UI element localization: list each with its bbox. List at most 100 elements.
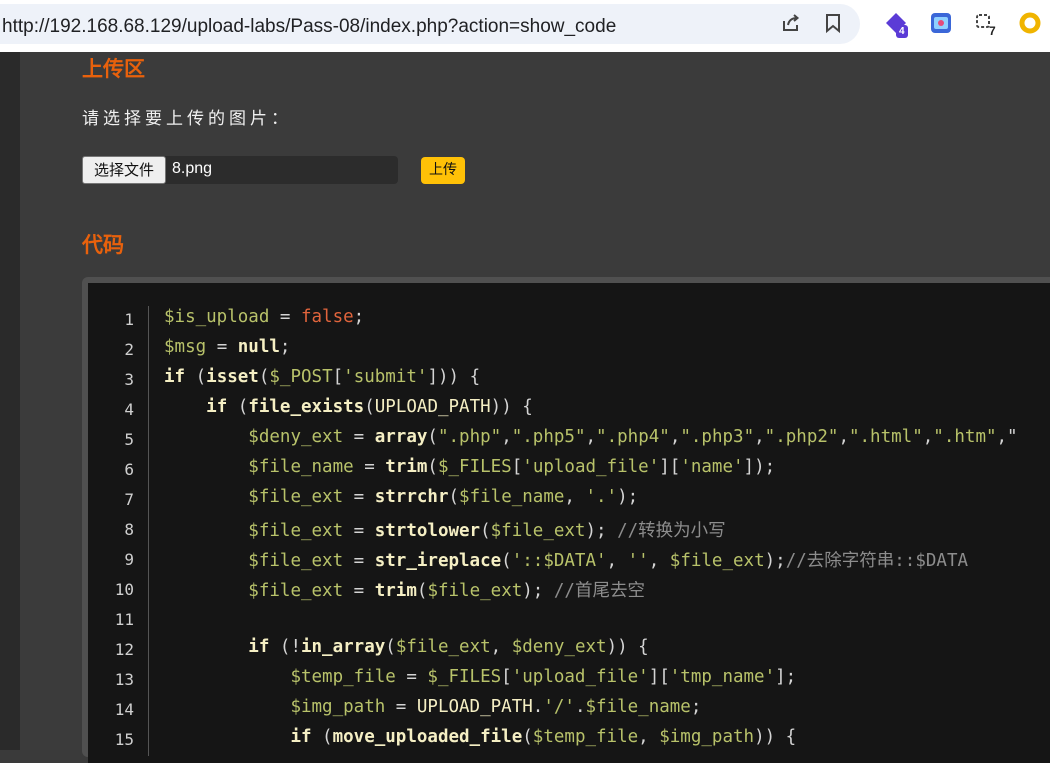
code-token: $img_path: [659, 727, 755, 747]
code-token: =: [343, 521, 375, 541]
code-token: 'tmp_name': [669, 667, 776, 687]
code-token: )) {: [490, 397, 533, 417]
code-token: $deny_ext: [248, 427, 344, 447]
choose-file-button[interactable]: 选择文件: [82, 156, 166, 184]
code-token: $deny_ext: [511, 637, 607, 657]
code-token: )) {: [754, 727, 797, 747]
code-token: trim: [385, 457, 428, 477]
code-token: ".php5": [511, 427, 586, 447]
code-token: 'submit': [343, 367, 428, 387]
line-number: 14: [114, 700, 134, 719]
line-number: 1: [124, 310, 134, 329]
sidebar-edge: [0, 52, 20, 750]
code-token: $file_ext: [490, 521, 586, 541]
code-token: ,: [490, 637, 512, 657]
extension-ring-icon[interactable]: [1018, 11, 1044, 37]
code-token: ".html": [848, 427, 923, 447]
code-token: ][: [648, 667, 670, 687]
extension-badge: 4: [896, 25, 908, 38]
code-token: $file_ext: [248, 551, 344, 571]
code-token: str_ireplace: [374, 551, 502, 571]
line-number: 3: [124, 370, 134, 389]
code-token: =: [343, 551, 375, 571]
code-token: ,: [838, 427, 849, 447]
address-bar[interactable]: http://192.168.68.129/upload-labs/Pass-0…: [0, 4, 860, 44]
line-number: 15: [114, 730, 134, 749]
code-line: $temp_file = $_FILES['upload_file']['tmp…: [164, 667, 796, 687]
code-token: '.': [585, 487, 618, 507]
code-token: ".php": [437, 427, 502, 447]
file-input[interactable]: 选择文件 8.png: [82, 156, 398, 184]
code-token: $file_ext: [395, 637, 491, 657]
extension-diamond-icon[interactable]: 4: [884, 11, 910, 38]
code-token: (: [185, 367, 207, 387]
code-token: (: [522, 727, 533, 747]
code-token: if: [290, 727, 312, 747]
gutter-divider: [148, 306, 149, 756]
code-token: (: [427, 457, 438, 477]
extension-badge: 7: [989, 24, 996, 38]
code-line: if (file_exists(UPLOAD_PATH)) {: [164, 397, 533, 417]
code-token: array: [374, 427, 428, 447]
code-token: =: [343, 487, 375, 507]
bookmark-icon[interactable]: [822, 12, 844, 34]
code-token: ,: [669, 427, 681, 447]
code-line: $img_path = UPLOAD_PATH.'/'.$file_name;: [164, 697, 701, 717]
code-token: if: [248, 637, 270, 657]
code-token: (: [416, 581, 428, 601]
code-token: strtolower: [374, 521, 481, 541]
code-token: strrchr: [374, 487, 449, 507]
code-token: //首尾去空: [553, 581, 645, 601]
code-token: =: [206, 337, 238, 357]
code-token: $temp_file: [532, 727, 639, 747]
code-section-title: 代码: [82, 233, 124, 257]
code-token: (: [448, 487, 460, 507]
code-token: [: [501, 667, 512, 687]
code-token: $file_name: [248, 457, 354, 477]
line-number: 4: [124, 400, 134, 419]
code-token: ,: [606, 551, 628, 571]
code-token: $_FILES: [437, 457, 512, 477]
code-token: $img_path: [290, 697, 386, 717]
code-token: =: [353, 457, 386, 477]
code-token: 'upload_file': [511, 667, 649, 687]
code-token: $_FILES: [427, 667, 502, 687]
line-number: 12: [114, 640, 134, 659]
code-token: ".php4": [596, 427, 670, 447]
code-token: ".htm": [933, 427, 997, 447]
code-token: ][: [659, 457, 681, 477]
code-token: ;: [353, 307, 365, 327]
code-token: $temp_file: [290, 667, 396, 687]
share-icon[interactable]: [780, 12, 802, 34]
code-token: '/': [543, 697, 575, 717]
code-line: $file_ext = strtolower($file_ext); //转换为…: [164, 517, 725, 542]
code-line: $msg = null;: [164, 337, 290, 357]
code-token: (: [427, 427, 438, 447]
code-token: (: [311, 727, 333, 747]
code-token: (: [480, 521, 491, 541]
code-line: $is_upload = false;: [164, 307, 364, 327]
code-token: $is_upload: [164, 307, 270, 327]
code-token: trim: [374, 581, 417, 601]
extension-puzzle-icon[interactable]: 7: [974, 11, 1000, 38]
upload-section-title: 上传区: [82, 57, 145, 81]
line-number: 13: [114, 670, 134, 689]
code-token: 'name': [680, 457, 744, 477]
code-token: (: [227, 397, 249, 417]
code-token: [: [332, 367, 344, 387]
extension-window-icon[interactable]: [929, 11, 955, 37]
code-token: ;: [279, 337, 291, 357]
code-token: $file_name: [459, 487, 565, 507]
url-text[interactable]: http://192.168.68.129/upload-labs/Pass-0…: [2, 16, 616, 38]
code-token: =: [385, 697, 417, 717]
browser-toolbar: http://192.168.68.129/upload-labs/Pass-0…: [0, 0, 1050, 52]
upload-button[interactable]: 上传: [421, 157, 465, 184]
code-token: =: [395, 667, 428, 687]
